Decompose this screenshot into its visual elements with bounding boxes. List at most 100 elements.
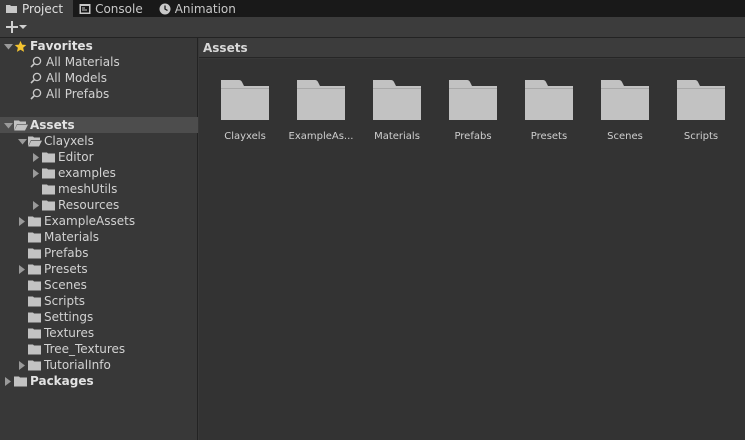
tree-item-tree-textures[interactable]: Tree_Textures	[0, 341, 198, 357]
tab-animation[interactable]: Animation	[153, 0, 246, 17]
asset-folder-prefabs[interactable]: Prefabs	[438, 79, 508, 151]
folder-icon	[372, 79, 422, 121]
search-icon	[30, 54, 44, 70]
folder-icon	[28, 341, 42, 357]
collapse-arrow-icon[interactable]	[2, 373, 14, 389]
folder-icon	[28, 325, 42, 341]
tree-item-tutorialinfo[interactable]: TutorialInfo	[0, 357, 198, 373]
folder-icon	[220, 79, 270, 121]
collapse-arrow-icon[interactable]	[30, 165, 42, 181]
tree-item-presets[interactable]: Presets	[0, 261, 198, 277]
tree-item-label: Materials	[44, 230, 100, 244]
expand-arrow-icon[interactable]	[2, 38, 14, 54]
folder-icon	[524, 79, 574, 121]
tab-project[interactable]: Project	[0, 0, 74, 17]
tree-item-assets[interactable]: Assets	[0, 117, 198, 133]
tab-project-label: Project	[22, 1, 64, 16]
asset-folder-label: Presets	[530, 131, 568, 142]
tree-item-label: Resources	[58, 198, 120, 212]
folder-open-icon	[14, 117, 28, 133]
tree-item-label: Tree_Textures	[44, 342, 126, 356]
folder-icon	[42, 197, 56, 213]
window-tab-bar: Project Console Animation	[0, 0, 745, 17]
collapse-arrow-icon[interactable]	[30, 197, 42, 213]
chevron-down-icon	[19, 24, 27, 30]
favorite-item-all-models[interactable]: All Models	[0, 70, 198, 86]
tree-item-settings[interactable]: Settings	[0, 309, 198, 325]
asset-folder-label: Prefabs	[454, 131, 492, 142]
assets-breadcrumb: Assets	[199, 38, 745, 58]
tree-item-clayxels[interactable]: Clayxels	[0, 133, 198, 149]
asset-folder-exampleassets[interactable]: ExampleAs...	[286, 79, 356, 151]
folder-icon	[42, 149, 56, 165]
create-button[interactable]	[4, 18, 29, 36]
folder-icon	[28, 277, 42, 293]
assets-grid: Clayxels ExampleAs... Materials Prefabs …	[199, 59, 745, 440]
tree-item-label: examples	[58, 166, 116, 180]
folder-icon	[676, 79, 726, 121]
folder-icon	[28, 261, 42, 277]
tree-item-textures[interactable]: Textures	[0, 325, 198, 341]
tree-item-packages[interactable]: Packages	[0, 373, 198, 389]
search-icon	[30, 70, 44, 86]
expand-arrow-icon[interactable]	[2, 117, 14, 133]
tree-item-label: Editor	[58, 150, 94, 164]
folder-icon	[448, 79, 498, 121]
folder-icon	[14, 373, 28, 389]
tree-item-label: ExampleAssets	[44, 214, 136, 228]
folder-icon	[600, 79, 650, 121]
tree-item-examples[interactable]: examples	[0, 165, 198, 181]
asset-folder-presets[interactable]: Presets	[514, 79, 584, 151]
tree-item-label: Clayxels	[44, 134, 94, 148]
tree-item-materials[interactable]: Materials	[0, 229, 198, 245]
console-icon	[79, 3, 91, 15]
tree-item-resources[interactable]: Resources	[0, 197, 198, 213]
project-toolbar	[0, 17, 745, 38]
folder-open-icon	[28, 133, 42, 149]
plus-icon	[6, 21, 18, 33]
folder-icon	[28, 309, 42, 325]
breadcrumb-assets[interactable]: Assets	[203, 41, 248, 55]
collapse-arrow-icon[interactable]	[16, 213, 28, 229]
tree-item-label: meshUtils	[58, 182, 118, 196]
tab-console[interactable]: Console	[73, 0, 153, 17]
asset-folder-label: Materials	[374, 131, 420, 142]
folder-icon	[296, 79, 346, 121]
folder-icon	[28, 245, 42, 261]
favorite-item-all-materials[interactable]: All Materials	[0, 54, 198, 70]
tree-item-scenes[interactable]: Scenes	[0, 277, 198, 293]
collapse-arrow-icon[interactable]	[16, 357, 28, 373]
folder-icon	[28, 213, 42, 229]
asset-folder-label: Scenes	[607, 131, 643, 142]
expand-arrow-icon[interactable]	[16, 133, 28, 149]
tree-item-scripts[interactable]: Scripts	[0, 293, 198, 309]
folder-icon	[28, 229, 42, 245]
project-tree: Favorites All Materials All Models All P…	[0, 38, 198, 440]
asset-folder-clayxels[interactable]: Clayxels	[210, 79, 280, 151]
collapse-arrow-icon[interactable]	[16, 261, 28, 277]
folder-icon	[6, 3, 18, 15]
tree-item-exampleassets[interactable]: ExampleAssets	[0, 213, 198, 229]
folder-icon	[42, 181, 56, 197]
folder-icon	[28, 357, 42, 373]
tree-item-label: Packages	[30, 374, 94, 388]
star-icon	[14, 38, 28, 54]
tree-item-editor[interactable]: Editor	[0, 149, 198, 165]
tree-item-prefabs[interactable]: Prefabs	[0, 245, 198, 261]
favorite-item-label: All Models	[46, 71, 107, 85]
search-icon	[30, 86, 44, 102]
asset-folder-label: Scripts	[683, 131, 719, 142]
asset-folder-scenes[interactable]: Scenes	[590, 79, 660, 151]
tab-animation-label: Animation	[174, 1, 236, 16]
animation-icon	[159, 3, 171, 15]
tree-item-label: TutorialInfo	[44, 358, 111, 372]
tree-item-meshutils[interactable]: meshUtils	[0, 181, 198, 197]
favorite-item-all-prefabs[interactable]: All Prefabs	[0, 86, 198, 102]
tree-item-label: Favorites	[30, 39, 93, 53]
asset-folder-materials[interactable]: Materials	[362, 79, 432, 151]
asset-folder-label: Clayxels	[224, 131, 266, 142]
asset-folder-scripts[interactable]: Scripts	[666, 79, 736, 151]
collapse-arrow-icon[interactable]	[30, 149, 42, 165]
tree-item-favorites[interactable]: Favorites	[0, 38, 198, 54]
tree-item-label: Assets	[30, 118, 75, 132]
